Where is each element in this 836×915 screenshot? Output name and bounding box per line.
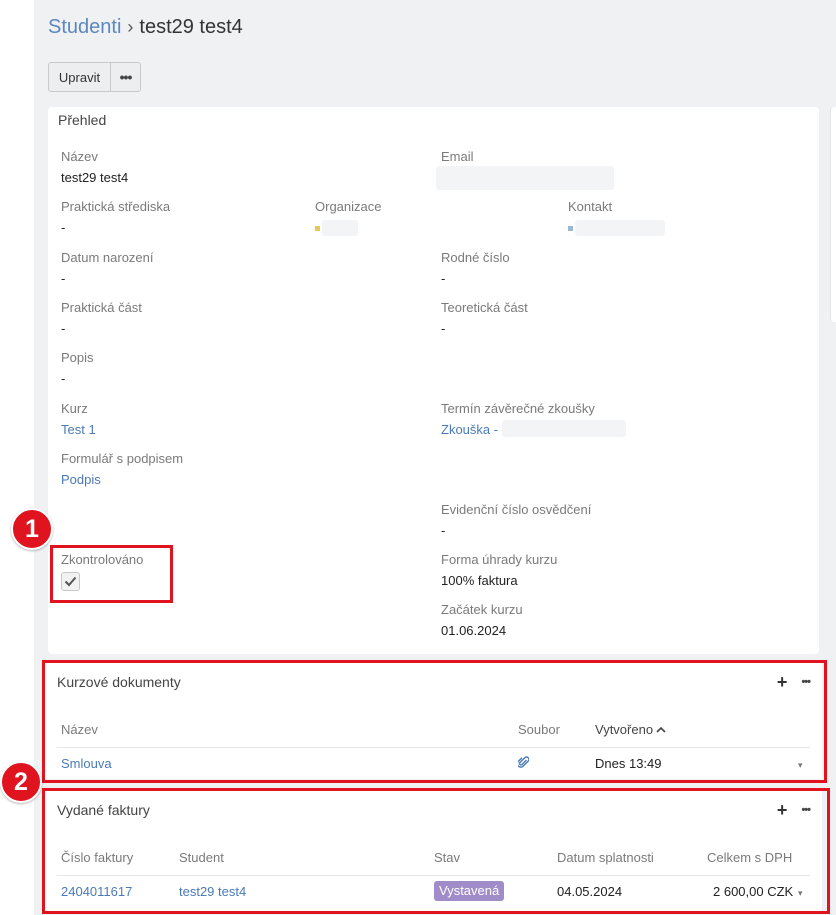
side-panel-edge [830, 107, 836, 322]
edit-button[interactable]: Upravit [48, 62, 111, 92]
field-value-forma-uhrady: 100% faktura [441, 573, 518, 588]
highlight-box-documents [42, 660, 827, 783]
field-value-strediska: - [61, 220, 66, 235]
breadcrumb: Studenti › test29 test4 [48, 14, 243, 40]
exam-date-redacted [502, 420, 626, 437]
organization-redacted [322, 220, 358, 236]
field-value-zacatek: 01.06.2024 [441, 623, 507, 638]
course-link[interactable]: Test 1 [61, 422, 96, 437]
highlight-box-invoices [42, 788, 830, 914]
field-label-termin: Termín závěrečné zkoušky [441, 401, 595, 416]
field-label-nazev: Název [61, 149, 98, 164]
more-dots-icon: ••• [119, 69, 133, 85]
toolbar: Upravit ••• [48, 62, 141, 92]
page-title: test29 test4 [139, 16, 243, 38]
annotation-badge-2: 2 [0, 761, 42, 803]
field-label-teoreticka-cast: Teoretická část [441, 300, 528, 315]
field-label-prakticka-cast: Praktická část [61, 300, 142, 315]
breadcrumb-link-studenti[interactable]: Studenti [48, 16, 121, 38]
field-label-formular: Formulář s podpisem [61, 451, 184, 466]
field-label-evidencni-cislo: Evidenční číslo osvědčení [441, 502, 592, 517]
email-redacted [436, 166, 614, 190]
field-label-zacatek: Začátek kurzu [441, 602, 523, 617]
field-value-datum-narozeni: - [61, 271, 66, 286]
field-label-organizace: Organizace [315, 199, 382, 214]
field-value-evidencni-cislo: - [441, 523, 446, 538]
breadcrumb-separator: › [127, 17, 134, 37]
field-value-teoreticka-cast: - [441, 321, 446, 336]
field-value-rodne-cislo: - [441, 271, 446, 286]
contact-redacted [575, 220, 665, 236]
field-label-forma-uhrady: Forma úhrady kurzu [441, 552, 558, 567]
field-label-email: Email [441, 149, 474, 164]
field-value-nazev: test29 test4 [61, 170, 129, 185]
signature-form-link[interactable]: Podpis [61, 472, 101, 487]
field-label-popis: Popis [61, 350, 94, 365]
field-label-kontakt: Kontakt [568, 199, 613, 214]
field-value-prakticka-cast: - [61, 321, 66, 336]
highlight-box-zkontrolovano [50, 545, 173, 603]
exam-link[interactable]: Zkouška - [441, 422, 498, 437]
overview-title: Přehled [58, 112, 107, 128]
field-label-kurz: Kurz [61, 401, 88, 416]
field-label-datum-narozeni: Datum narození [61, 250, 154, 265]
contact-color-icon [568, 226, 573, 231]
field-label-strediska: Praktická střediska [61, 199, 171, 214]
field-value-popis: - [61, 371, 66, 386]
organization-color-icon [315, 226, 320, 231]
more-actions-button[interactable]: ••• [111, 62, 141, 92]
annotation-badge-1: 1 [11, 508, 53, 550]
field-label-rodne-cislo: Rodné číslo [441, 250, 510, 265]
